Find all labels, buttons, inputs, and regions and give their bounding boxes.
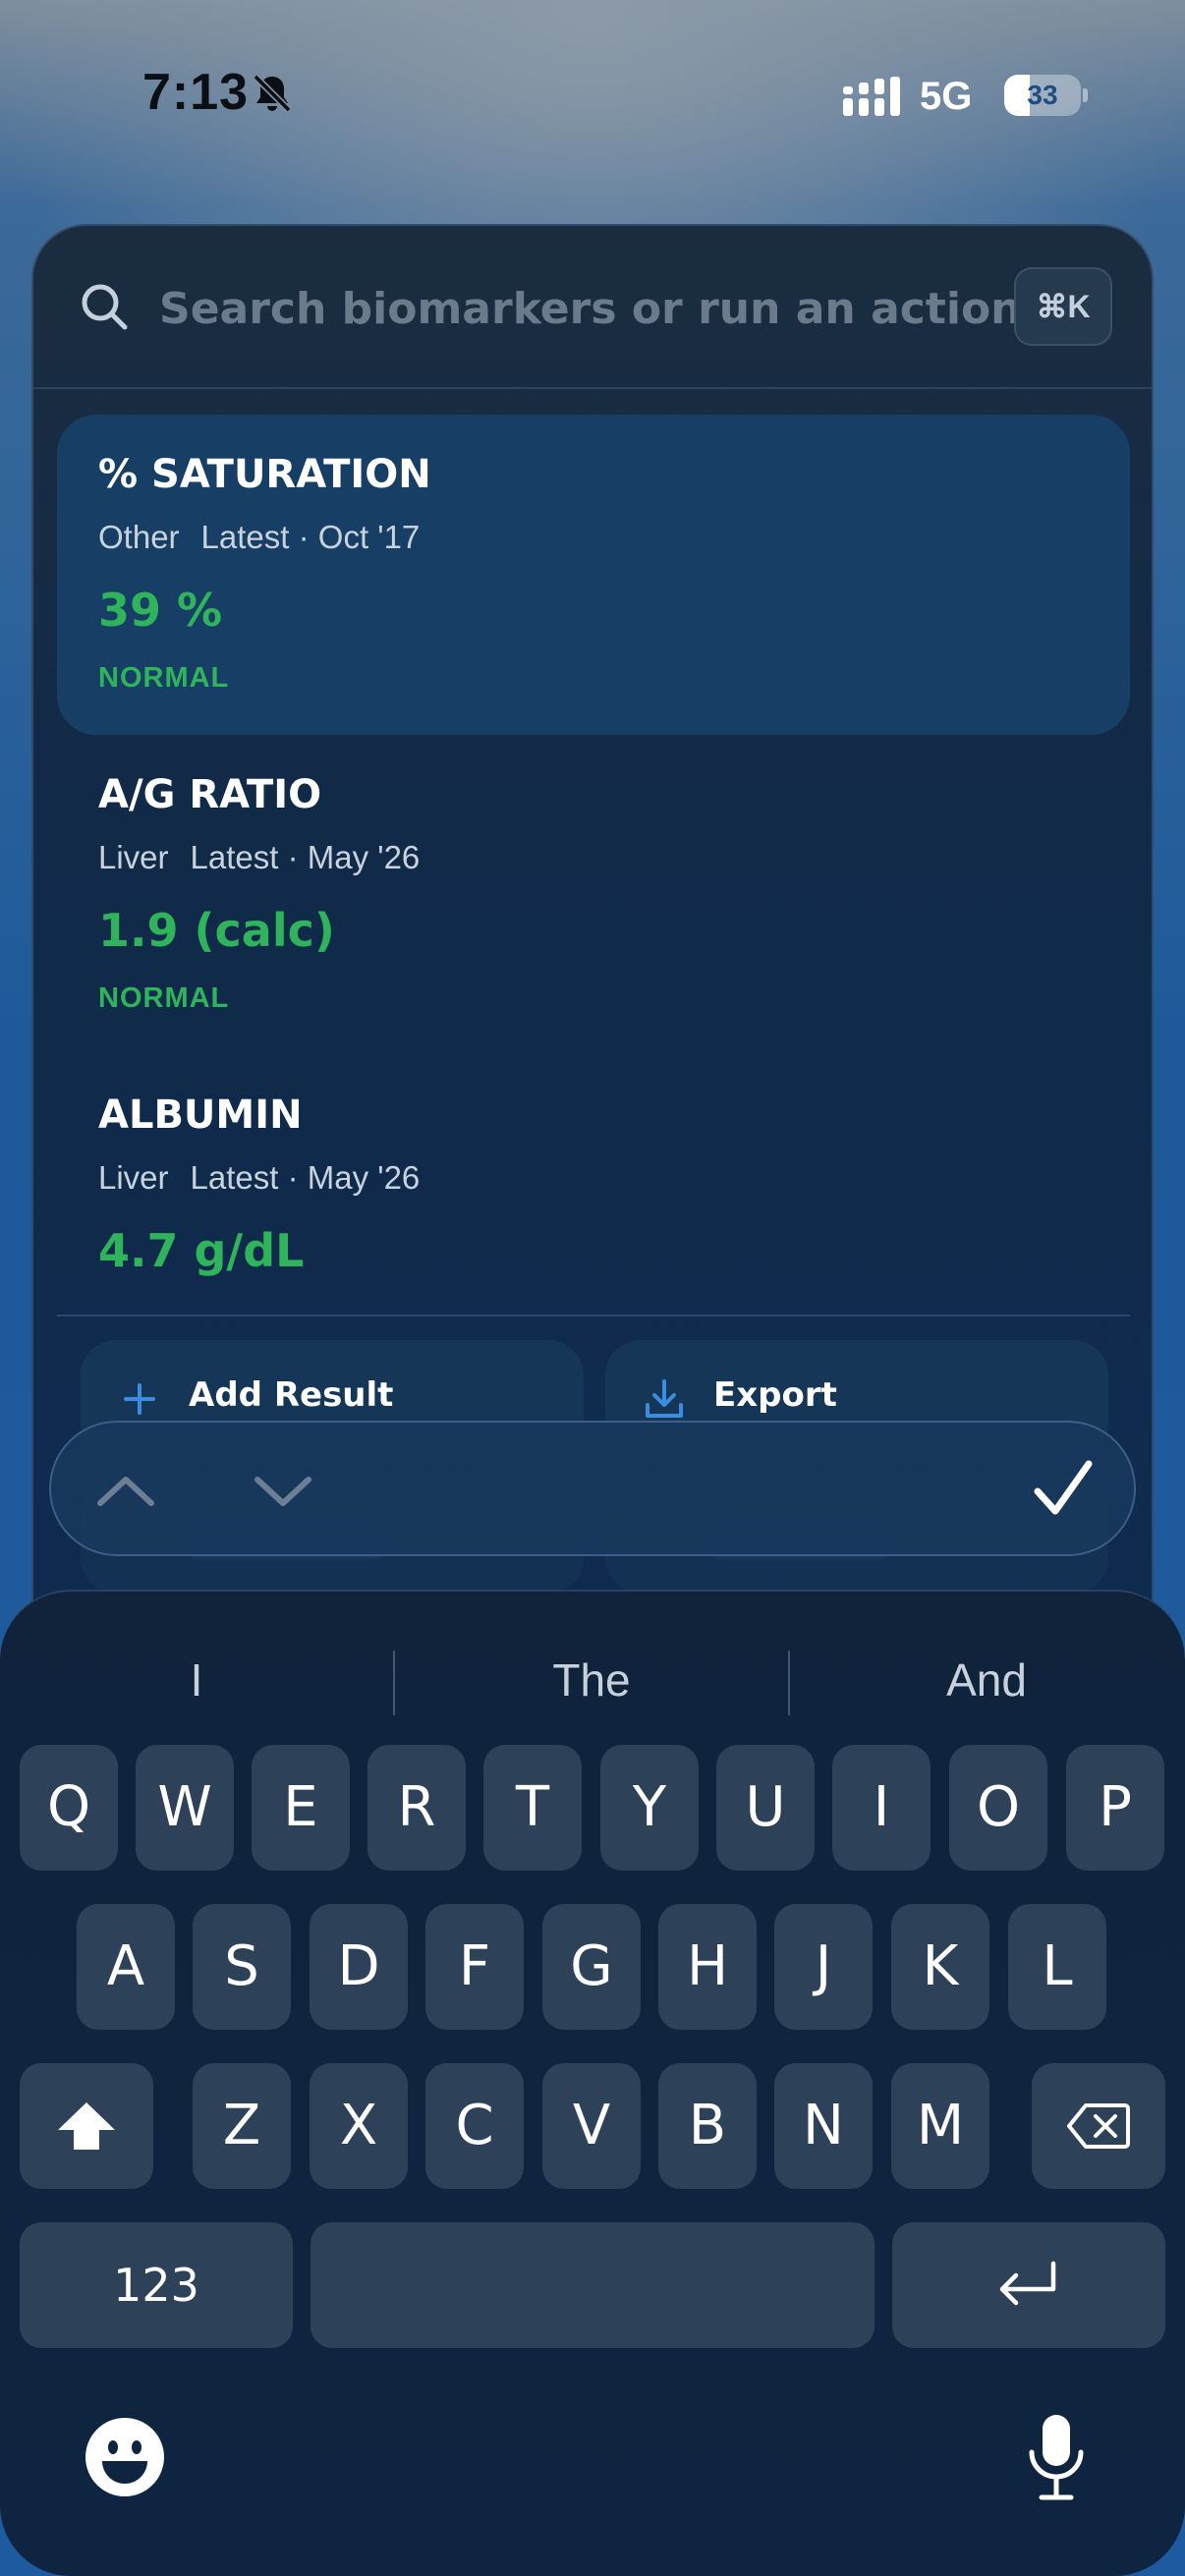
- result-meta: Liver Latest · May '26: [98, 1159, 420, 1197]
- search-row: ⌘K: [33, 226, 1152, 389]
- space-key[interactable]: [310, 2222, 875, 2348]
- result-status: NORMAL: [98, 662, 230, 694]
- shift-arrow-icon: [58, 2102, 115, 2150]
- result-value: 4.7 g/dL: [98, 1224, 305, 1277]
- key-d[interactable]: D: [310, 1904, 408, 2030]
- key-o[interactable]: O: [949, 1745, 1047, 1871]
- key-m[interactable]: M: [891, 2063, 989, 2189]
- export-label: Export: [713, 1375, 837, 1415]
- microphone-icon[interactable]: [1026, 2413, 1087, 2501]
- battery-nub: [1083, 88, 1088, 102]
- key-w[interactable]: W: [136, 1745, 234, 1871]
- key-h[interactable]: H: [658, 1904, 757, 2030]
- battery-body: 33: [1004, 75, 1081, 116]
- key-c[interactable]: C: [425, 2063, 524, 2189]
- numbers-key[interactable]: 123: [20, 2222, 293, 2348]
- key-q[interactable]: Q: [20, 1745, 118, 1871]
- key-x[interactable]: X: [310, 2063, 408, 2189]
- result-value: 39 %: [98, 584, 223, 637]
- result-latest: Latest · May '26: [190, 839, 421, 875]
- search-input[interactable]: [159, 269, 1024, 348]
- checkmark-icon[interactable]: [1028, 1454, 1099, 1525]
- backspace-icon: [1067, 2103, 1130, 2149]
- results-divider: [57, 1315, 1130, 1316]
- emoji-smile-icon[interactable]: [85, 2417, 165, 2497]
- key-v[interactable]: V: [542, 2063, 641, 2189]
- return-key[interactable]: [892, 2222, 1165, 2348]
- suggestion-2[interactable]: The: [395, 1641, 788, 1719]
- key-s[interactable]: S: [193, 1904, 291, 2030]
- key-k[interactable]: K: [891, 1904, 989, 2030]
- key-j[interactable]: J: [774, 1904, 873, 2030]
- result-category: Liver: [98, 1159, 169, 1196]
- result-latest: Latest · May '26: [190, 1159, 421, 1196]
- key-g[interactable]: G: [542, 1904, 641, 2030]
- result-item-albumin[interactable]: ALBUMIN Liver Latest · May '26 4.7 g/dL: [57, 1055, 1130, 1309]
- result-value: 1.9 (calc): [98, 904, 335, 957]
- key-i[interactable]: I: [832, 1745, 931, 1871]
- key-p[interactable]: P: [1066, 1745, 1164, 1871]
- key-b[interactable]: B: [658, 2063, 757, 2189]
- result-title: % SATURATION: [98, 452, 431, 497]
- key-f[interactable]: F: [425, 1904, 524, 2030]
- search-icon: [82, 284, 128, 330]
- shift-key[interactable]: [20, 2063, 153, 2189]
- cellular-signal-icon: [843, 77, 900, 116]
- key-e[interactable]: E: [252, 1745, 350, 1871]
- result-title: A/G RATIO: [98, 772, 322, 817]
- key-r[interactable]: R: [367, 1745, 466, 1871]
- key-l[interactable]: L: [1008, 1904, 1106, 2030]
- key-t[interactable]: T: [483, 1745, 582, 1871]
- bell-slash-icon: [253, 74, 292, 113]
- key-u[interactable]: U: [716, 1745, 815, 1871]
- key-y[interactable]: Y: [600, 1745, 699, 1871]
- key-a[interactable]: A: [77, 1904, 175, 2030]
- result-latest: Latest · Oct '17: [200, 519, 421, 555]
- chevron-up-icon[interactable]: [92, 1462, 159, 1519]
- key-z[interactable]: Z: [193, 2063, 291, 2189]
- result-category: Liver: [98, 839, 169, 875]
- result-item-ag-ratio[interactable]: A/G RATIO Liver Latest · May '26 1.9 (cal…: [57, 735, 1130, 1055]
- download-icon: [646, 1379, 683, 1418]
- result-item-saturation[interactable]: % SATURATION Other Latest · Oct '17 39 % …: [57, 415, 1130, 735]
- key-n[interactable]: N: [774, 2063, 873, 2189]
- keyboard-shortcut-badge[interactable]: ⌘K: [1014, 267, 1112, 346]
- battery-indicator: 33: [1004, 75, 1088, 116]
- delete-key[interactable]: [1032, 2063, 1165, 2189]
- software-keyboard: I The And Q W E R T Y U I O P A S D F G …: [0, 1590, 1185, 2576]
- battery-level: 33: [1027, 80, 1058, 110]
- status-time: 7:13: [142, 64, 250, 121]
- add-result-label: Add Result: [189, 1375, 394, 1415]
- return-arrow-icon: [999, 2261, 1056, 2306]
- suggestion-3[interactable]: And: [790, 1641, 1183, 1719]
- result-meta: Other Latest · Oct '17: [98, 519, 420, 556]
- result-title: ALBUMIN: [98, 1092, 303, 1138]
- chevron-down-icon[interactable]: [250, 1462, 316, 1519]
- plus-icon: [124, 1383, 155, 1415]
- result-category: Other: [98, 519, 180, 555]
- network-type: 5G: [920, 75, 973, 118]
- result-status: NORMAL: [98, 982, 230, 1014]
- suggestion-1[interactable]: I: [0, 1641, 393, 1719]
- result-meta: Liver Latest · May '26: [98, 839, 420, 876]
- input-accessory-bar: [49, 1421, 1136, 1556]
- status-bar: 7:13 5G UC 33: [0, 0, 1185, 196]
